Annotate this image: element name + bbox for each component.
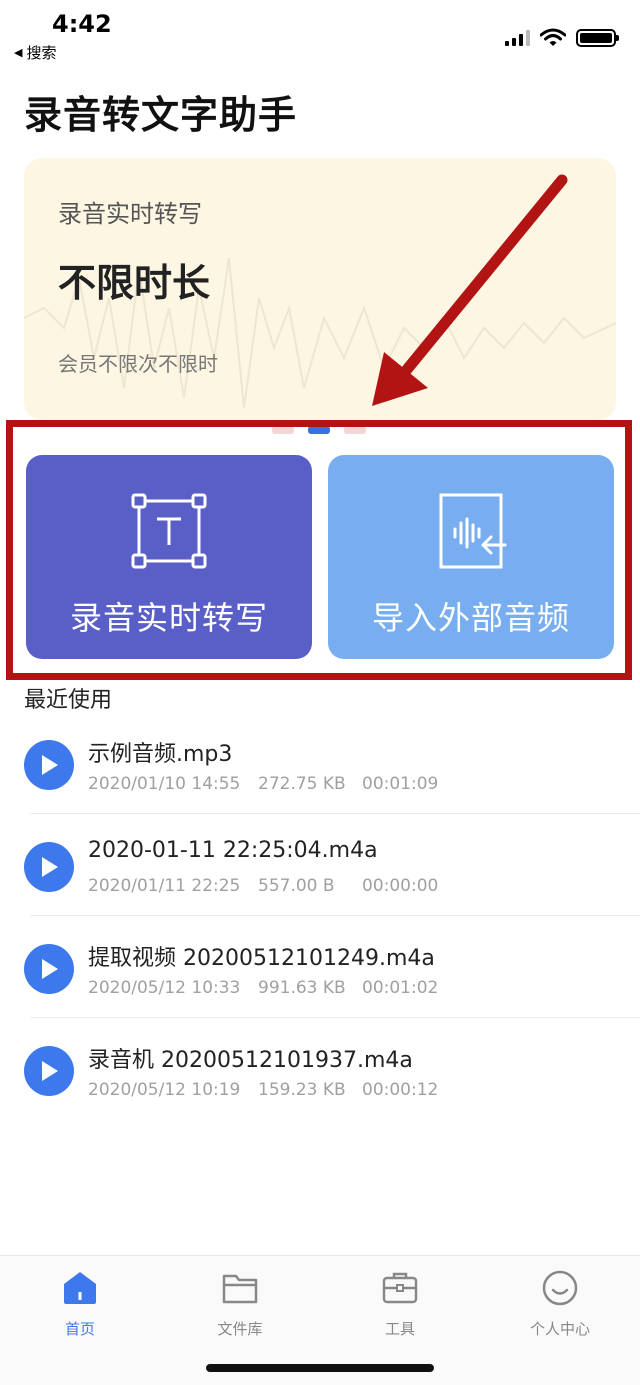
tab-profile-label: 个人中心 [529,1320,590,1338]
play-button[interactable] [24,944,74,994]
recording-meta: 2020/05/12 10:33 991.63 KB 00:01:02 [88,978,438,998]
recent-list: 示例音频.mp3 2020/01/10 14:55 272.75 KB 00:01:… [0,712,640,1120]
recording-date: 2020/05/12 10:19 [88,1080,241,1100]
recording-name: 录音机 20200512101937.m4a [88,1048,413,1073]
recording-name: 示例音频.mp3 [88,742,233,767]
tab-files-label: 文件库 [217,1320,263,1338]
recording-duration: 00:01:09 [362,774,439,794]
banner-kicker: 录音实时转写 [58,200,202,228]
banner-headline: 不限时长 [58,261,211,305]
recording-name: 提取视频 20200512101249.m4a [88,946,435,971]
play-button[interactable] [24,842,74,892]
tab-files[interactable]: 文件库 [160,1264,320,1339]
home-indicator[interactable] [206,1364,434,1372]
recording-meta: 2020/01/10 14:55 272.75 KB 00:01:09 [88,774,438,794]
recording-duration: 00:00:00 [362,876,439,896]
back-to-search-link[interactable]: ◀ 搜索 [14,42,56,63]
back-triangle-icon: ◀ [14,46,23,59]
play-icon [42,755,58,775]
recording-meta: 2020/05/12 10:19 159.23 KB 00:00:12 [88,1080,438,1100]
play-button[interactable] [24,740,74,790]
recent-item[interactable]: 示例音频.mp3 2020/01/10 14:55 272.75 KB 00:01:… [0,712,640,814]
recording-name: 2020-01-11 22:25:04.m4a [88,838,378,863]
folder-icon [220,1268,260,1308]
promo-banner[interactable]: 录音实时转写 不限时长 会员不限次不限时 [24,158,616,420]
recording-date: 2020/05/12 10:33 [88,978,241,998]
play-icon [42,857,58,877]
recent-section-title: 最近使用 [24,688,113,713]
tab-tools[interactable]: 工具 [320,1264,480,1339]
recording-size: 159.23 KB [258,1080,346,1100]
play-icon [42,1061,58,1081]
battery-icon [576,29,619,47]
home-icon [60,1268,100,1308]
play-button[interactable] [24,1046,74,1096]
recording-duration: 00:01:02 [362,978,439,998]
toolbox-icon [380,1268,420,1308]
play-icon [42,959,58,979]
tab-home-label: 首页 [64,1320,95,1338]
wifi-icon [540,28,566,46]
highlight-frame [6,420,632,680]
recording-size: 557.00 B [258,876,335,896]
tab-tools-label: 工具 [384,1320,415,1338]
page-title: 录音转文字助手 [24,93,298,137]
recording-size: 272.75 KB [258,774,346,794]
cellular-signal-icon [505,30,530,46]
recording-meta: 2020/01/11 22:25 557.00 B 00:00:00 [88,876,438,896]
status-time: 4:42 [52,10,112,38]
recent-item[interactable]: 提取视频 20200512101249.m4a 2020/05/12 10:33… [0,916,640,1018]
tab-profile[interactable]: 个人中心 [480,1264,640,1339]
recording-date: 2020/01/11 22:25 [88,876,241,896]
back-label: 搜索 [26,44,57,62]
recording-duration: 00:00:12 [362,1080,439,1100]
status-indicators [505,28,619,48]
banner-subtitle: 会员不限次不限时 [58,352,218,376]
tab-home[interactable]: 首页 [0,1264,160,1339]
recent-item[interactable]: 2020-01-11 22:25:04.m4a 2020/01/11 22:25… [0,814,640,916]
recording-date: 2020/01/10 14:55 [88,774,241,794]
recent-item[interactable]: 录音机 20200512101937.m4a 2020/05/12 10:19 1… [0,1018,640,1120]
recording-size: 991.63 KB [258,978,346,998]
smiley-profile-icon [540,1268,580,1308]
